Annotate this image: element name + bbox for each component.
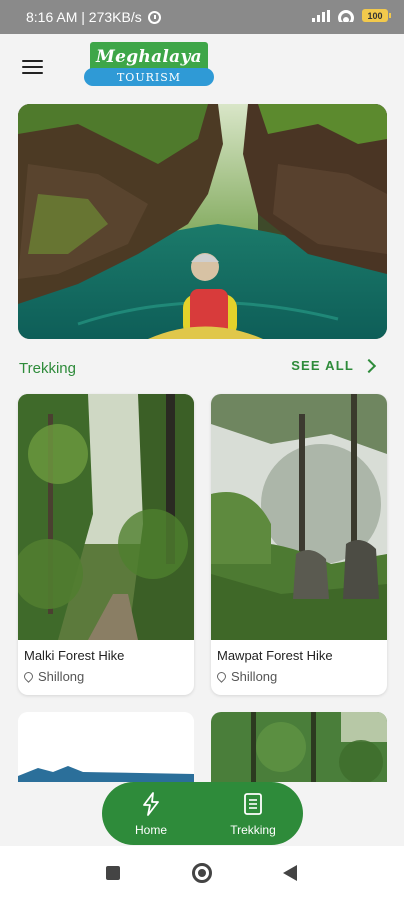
battery-icon: 100	[362, 9, 391, 22]
chevron-right-icon	[361, 358, 377, 373]
trek-card-title: Malki Forest Hike	[24, 648, 125, 663]
nav-trekking-label: Trekking	[230, 823, 276, 837]
trek-card-image	[211, 712, 387, 782]
lightning-icon	[143, 792, 159, 816]
signal-icon	[312, 9, 330, 22]
location-pin-icon	[215, 670, 228, 683]
section-title: Trekking	[19, 360, 76, 377]
see-all-button[interactable]: SEE ALL	[291, 358, 377, 373]
nav-home[interactable]: Home	[116, 792, 186, 837]
trek-card-location-text: Shillong	[38, 669, 85, 684]
trek-card-location: Shillong	[215, 669, 278, 684]
trek-card[interactable]: Mawpat Forest Hike Shillong	[211, 394, 387, 695]
alarm-icon	[147, 10, 161, 24]
menu-icon[interactable]	[22, 60, 43, 75]
home-icon[interactable]	[192, 863, 212, 883]
trek-card-image	[211, 394, 387, 640]
status-bar: 8:16 AM | 273KB/s 100	[0, 0, 404, 34]
back-icon[interactable]	[283, 865, 297, 881]
trek-card-image	[18, 394, 194, 640]
trek-card-title: Mawpat Forest Hike	[217, 648, 333, 663]
app-header: Meghalaya TOURISM	[0, 34, 404, 98]
battery-level: 100	[367, 10, 383, 21]
nav-home-label: Home	[134, 823, 167, 837]
trek-card-image	[18, 712, 194, 782]
status-time-speed: 8:16 AM | 273KB/s	[26, 9, 142, 25]
app-logo: Meghalaya TOURISM	[84, 42, 214, 88]
trek-card-location: Shillong	[22, 669, 85, 684]
logo-sub: TOURISM	[84, 68, 214, 86]
wifi-icon	[338, 9, 354, 22]
trek-card-location-text: Shillong	[231, 669, 278, 684]
system-nav-bar	[0, 846, 404, 900]
hero-image[interactable]	[18, 104, 387, 339]
location-pin-icon	[22, 670, 35, 683]
trek-card[interactable]: Malki Forest Hike Shillong	[18, 394, 194, 695]
bottom-nav: Home Trekking	[102, 782, 303, 845]
trek-card[interactable]	[211, 712, 387, 782]
see-all-label: SEE ALL	[291, 358, 354, 373]
trek-card[interactable]	[18, 712, 194, 782]
nav-trekking[interactable]: Trekking	[218, 792, 288, 837]
recent-apps-icon[interactable]	[106, 866, 120, 880]
document-icon	[244, 793, 262, 815]
